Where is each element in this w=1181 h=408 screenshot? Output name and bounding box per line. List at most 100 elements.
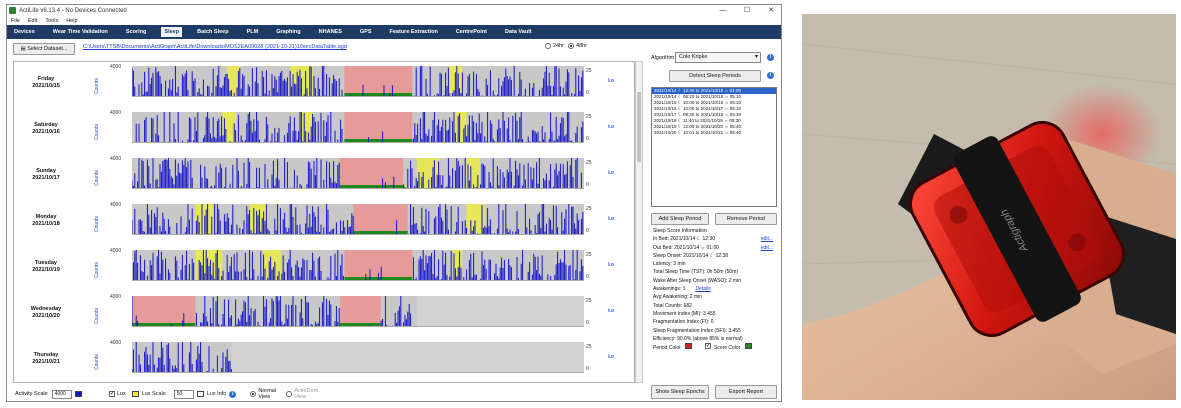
day-plot[interactable]: Thursday 2021/10/21 Counts 4000 25 0 lux [14,340,634,382]
day-plot[interactable]: Friday 2021/10/15 Counts 4000 25 0 lux [14,64,634,112]
menu-edit[interactable]: Edit [28,18,37,24]
tab-plm[interactable]: PLM [244,27,262,37]
scrollbar-thumb[interactable] [637,92,641,162]
lux-axis-tick: 0 [586,182,589,188]
select-dataset-button[interactable]: ▤ Select Dataset... [13,43,75,55]
score-color-checkbox[interactable] [704,342,711,350]
right-panel: Algorithm: Cole Kripke i Detect Sleep Pe… [643,39,781,401]
select-dataset-label: Select Dataset... [27,46,68,52]
close-button[interactable]: ✕ [759,5,781,16]
tab-devices[interactable]: Devices [11,27,38,37]
sleep-period [344,66,413,96]
algorithm-label: Algorithm: [651,55,676,61]
lux-axis-label: lux [608,124,615,130]
tab-graphing[interactable]: Graphing [273,27,303,37]
detect-info-icon[interactable]: i [767,72,774,79]
dataset-file-link[interactable]: C:\Users\TTSB\Documents\ActiGraph\ActiLi… [83,44,347,50]
total-counts-value: Total Counts: 682 [653,302,692,309]
no-data-region [416,296,584,326]
radio-24hr[interactable] [545,43,551,49]
detect-sleep-periods-button[interactable]: Detect Sleep Periods [669,70,761,82]
tab-centrepoint[interactable]: CentrePoint [453,27,490,37]
y-max-label: 4000 [110,64,122,70]
lux-axis-tick: 0 [586,320,589,326]
sleep-score-bar [132,323,196,326]
radio-48hr[interactable] [568,43,575,49]
sleep-score-bar [339,323,381,326]
lux-scale-input[interactable]: 50 [173,389,194,399]
fragmentation-index-value: Fragmentation Index (FI): 0 [653,319,714,326]
sleep-period [132,296,196,326]
lux-scale-swatch[interactable] [196,391,204,397]
activity-scale-input[interactable]: 4000 [51,389,72,399]
tab-scoring[interactable]: Scoring [123,27,149,37]
maximize-button[interactable]: ☐ [735,5,759,16]
day-name: Thursday [33,352,59,358]
sleep-periods-list[interactable]: 2021/10/14 ☾ 12:30 to 2021/10/15 ☼ 01:00… [651,87,777,207]
lux-checkbox[interactable] [108,390,115,397]
lux-axis-tick: 0 [586,366,589,372]
day-name: Tuesday [35,260,57,266]
tab-data-vault[interactable]: Data Vault [502,27,535,37]
lux-axis-tick: 25 [586,206,592,212]
tab-nhanes[interactable]: NHANES [316,27,345,37]
menu-tools[interactable]: Tools [45,18,58,24]
export-report-button[interactable]: Export Report [715,385,777,399]
day-plot[interactable]: Wednesday 2021/10/20 Counts 4000 25 0 lux [14,294,634,342]
tab-gps[interactable]: GPS [357,27,375,37]
day-name: Wednesday [30,306,62,312]
day-label: Sunday 2021/10/17 [16,168,76,182]
period-color-swatch[interactable] [685,343,693,350]
plot-scrollbar[interactable] [635,61,643,383]
tab-bar: Devices Wear Time Validation Scoring Sle… [7,25,781,39]
efficiency-value: Efficiency: 90.0% (above 85% is normal) [653,335,743,342]
awakenings-value: Awakenings: 1 [653,286,686,293]
activity-chart [132,296,584,327]
day-plot[interactable]: Sunday 2021/10/17 Counts 4000 25 0 lux [14,156,634,204]
score-color-label: Score Color [713,345,741,352]
lux-axis-label: lux [608,170,615,176]
tab-batch-sleep[interactable]: Batch Sleep [194,27,231,37]
add-sleep-period-button[interactable]: Add Sleep Period [651,213,709,225]
edit-out-bed-link[interactable]: edit... [761,244,773,252]
lux-color-swatch[interactable] [131,391,139,397]
normal-view-radio[interactable] [250,391,257,397]
algorithm-info-icon[interactable]: i [767,54,774,61]
lux-axis-tick: 25 [586,68,592,74]
sleep-score-bar [353,231,408,234]
score-color-swatch[interactable] [744,343,752,350]
waso-value: Wake After Sleep Onset (WASO): 2 min [653,277,741,284]
period-color-label: Period Color [653,345,681,352]
menu-help[interactable]: Help [66,18,77,24]
tab-wear-time-validation[interactable]: Wear Time Validation [50,27,111,37]
tab-feature-extraction[interactable]: Feature Extraction [387,27,441,37]
algorithm-select[interactable]: Cole Kripke [675,52,761,63]
sleep-period-row[interactable]: 2021/10/20 ☾ 10:01 to 2021/10/21 ☼ 05:40 [652,130,776,136]
activity-chart [132,112,584,143]
info-icon[interactable]: i [229,390,237,398]
day-label: Tuesday 2021/10/19 [16,260,76,274]
sleep-plot-pane: Friday 2021/10/15 Counts 4000 25 0 lux Saturday… [13,61,635,383]
radio-48hr-label: 48hr [576,43,588,49]
in-bed-value: In Bed: 2021/10/14 ☾ 12:30 [653,236,716,243]
day-plot[interactable]: Tuesday 2021/10/19 Counts 4000 25 0 lux [14,248,634,296]
window-title: ActiLife v6.13.4 - No Devices Connected [19,7,127,14]
sleep-score-info: Sleep Score Information In Bed: 2021/10/… [653,227,779,352]
day-date: 2021/10/17 [32,175,60,181]
actiodom-view-radio[interactable] [286,391,293,397]
day-plot[interactable]: Monday 2021/10/18 Counts 4000 25 0 lux [14,202,634,250]
day-plot[interactable]: Saturday 2021/10/16 Counts 4000 25 0 lux [14,110,634,158]
normal-view-label: Normal View [258,388,277,400]
remove-period-button[interactable]: Remove Period [715,213,777,225]
minimize-button[interactable]: — [711,5,735,16]
details-link[interactable]: Details [695,286,710,292]
activity-scale-label: Activity Scale [15,391,48,397]
menu-bar: File Edit Tools Help [7,16,781,25]
activity-color-swatch[interactable] [74,391,82,397]
tab-sleep[interactable]: Sleep [161,27,183,37]
show-sleep-epochs-button[interactable]: Show Sleep Epochs [651,385,709,399]
menu-file[interactable]: File [11,18,20,24]
edit-in-bed-link[interactable]: edit... [761,235,773,243]
bottom-controls: Activity Scale 4000 Lux Lux Scale 50 Lux… [7,385,643,401]
actilife-window: ActiLife v6.13.4 - No Devices Connected … [6,4,782,402]
